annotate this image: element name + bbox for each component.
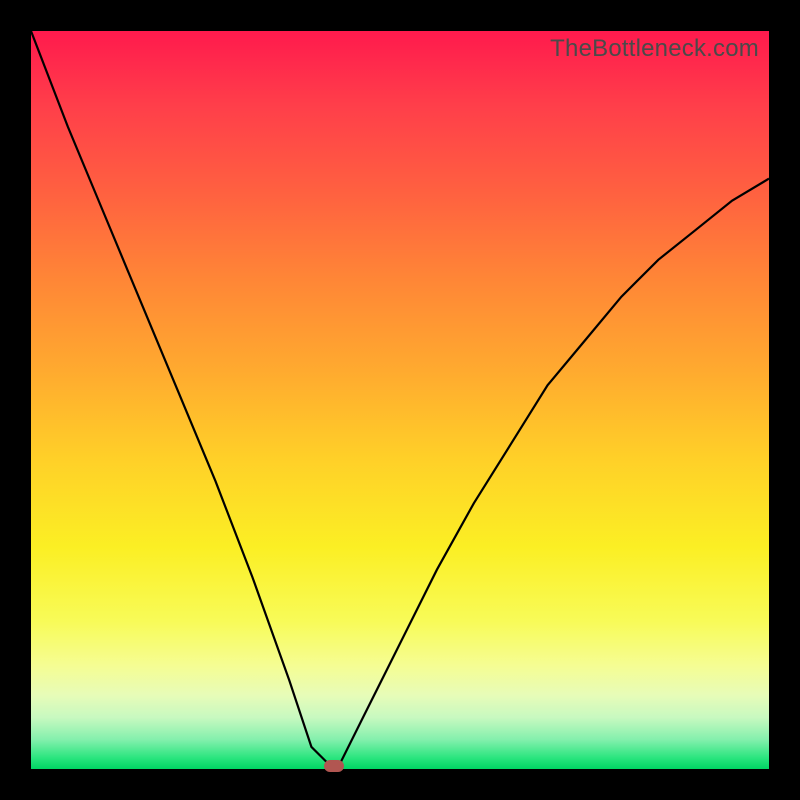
plot-area: TheBottleneck.com xyxy=(31,31,769,769)
chart-frame: TheBottleneck.com xyxy=(0,0,800,800)
optimum-marker xyxy=(324,760,344,772)
bottleneck-curve xyxy=(31,31,769,769)
curve-line xyxy=(31,31,769,769)
